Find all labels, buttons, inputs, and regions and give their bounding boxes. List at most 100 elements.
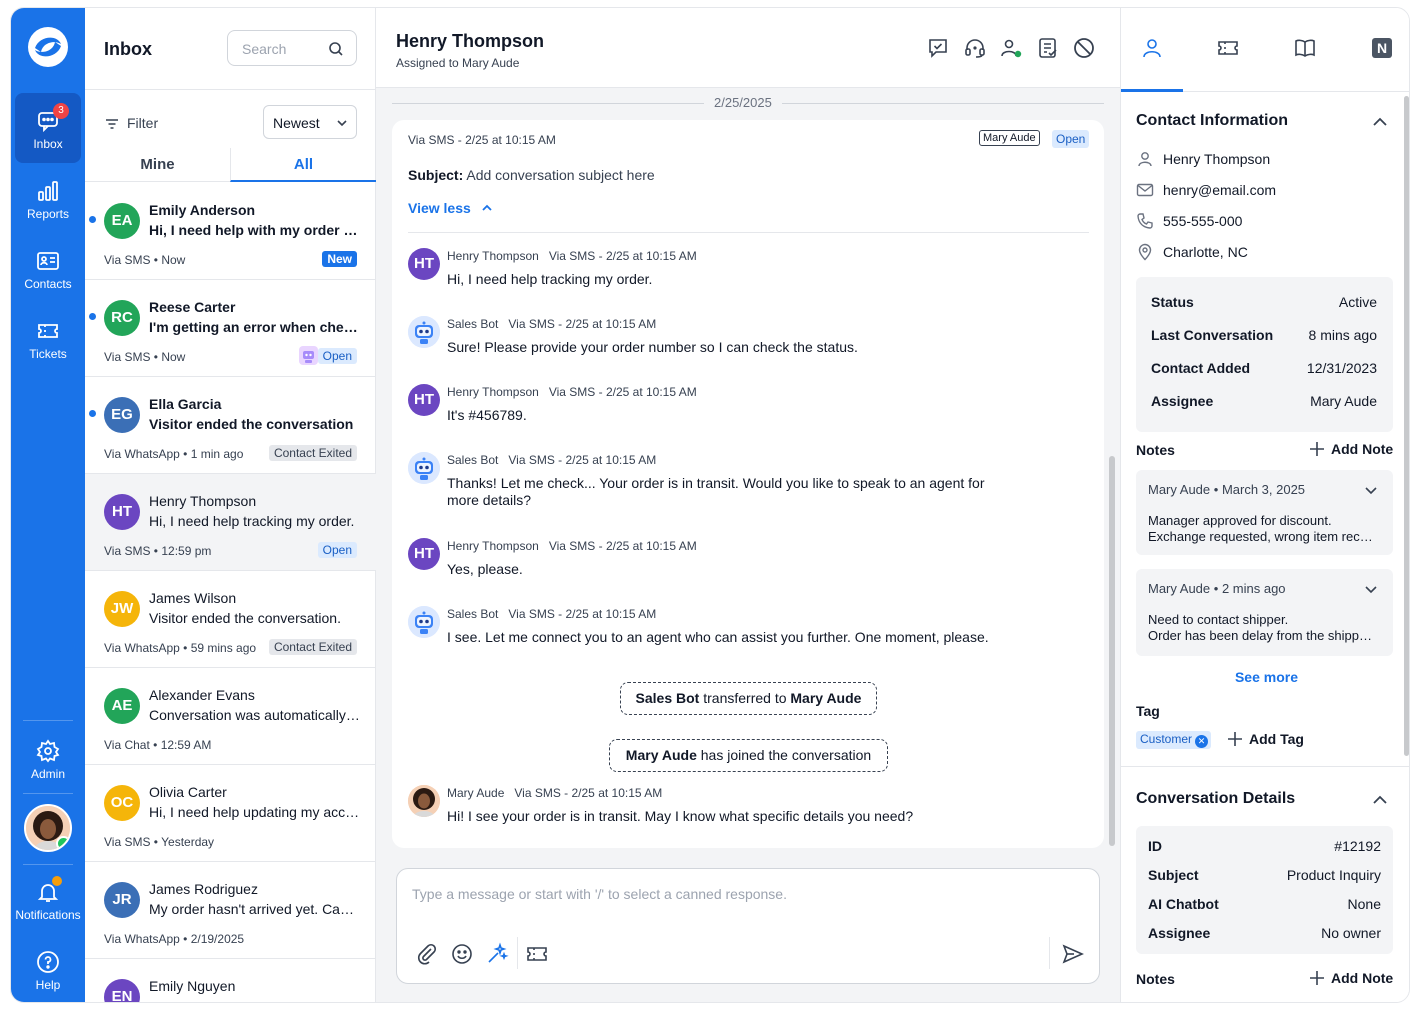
note-line: Manager approved for discount.: [1148, 513, 1332, 528]
conversation-item[interactable]: HT Henry Thompson Hi, I need help tracking…: [85, 474, 376, 571]
nav-inbox[interactable]: 3 Inbox: [15, 93, 81, 163]
detail-key: ID: [1148, 838, 1162, 854]
message-meta: Via SMS - 2/25 at 10:15 AM: [508, 453, 657, 467]
message-meta: Via SMS - 2/25 at 10:15 AM: [548, 249, 697, 263]
channel: Via SMS: [104, 835, 151, 849]
conversation-meta: Via WhatsApp • 59 mins ago: [104, 641, 257, 655]
conversation-item[interactable]: EA Emily Anderson Hi, I need help with my …: [85, 183, 376, 280]
filter-icon: [106, 119, 118, 130]
stat-key: Assignee: [1151, 393, 1214, 409]
timestamp: 1 min ago: [190, 447, 244, 461]
conversation-item[interactable]: AE Alexander Evans Conversation was automa…: [85, 668, 376, 765]
tab-ticket-icon[interactable]: [1216, 36, 1240, 60]
chevron-up-icon[interactable]: [1372, 792, 1388, 808]
transfer-event: Sales Bot transferred to Mary Aude: [620, 682, 877, 715]
channel: Via SMS: [104, 544, 151, 558]
chevron-down-icon[interactable]: [1364, 582, 1378, 596]
tab-knowledge-book-icon[interactable]: [1293, 36, 1317, 60]
nav-reports[interactable]: Reports: [11, 163, 85, 233]
unread-dot: [89, 216, 96, 223]
ai-sparkle-icon[interactable]: [485, 942, 509, 966]
timestamp: Yesterday: [161, 835, 215, 849]
brand-logo[interactable]: [25, 24, 71, 70]
detail-value: Product Inquiry: [1286, 867, 1381, 883]
tab-contact-icon[interactable]: [1140, 36, 1164, 60]
subject-line[interactable]: Subject: Add conversation subject here: [408, 167, 655, 183]
unread-badge: 3: [53, 103, 69, 119]
scrollbar[interactable]: [1404, 96, 1409, 756]
sort-select[interactable]: Newest: [263, 105, 357, 139]
message-preview: Hi, I need help tracking my order.: [149, 513, 355, 529]
conversation-item[interactable]: EN Emily Nguyen: [85, 959, 376, 1002]
nav-help[interactable]: Help: [11, 934, 85, 1002]
view-less-button[interactable]: View less: [408, 200, 493, 216]
add-note-button[interactable]: Add Note: [1309, 441, 1393, 457]
phone-icon: [1137, 213, 1153, 229]
conversation-item[interactable]: EG Ella Garcia Visitor ended the conversat…: [85, 377, 376, 474]
tag-chip: Customer ✕: [1136, 731, 1212, 749]
contact-name: Emily Nguyen: [149, 978, 236, 994]
tab-all[interactable]: All: [230, 148, 376, 182]
scrollbar[interactable]: [1109, 456, 1115, 846]
conversation-pane: Henry Thompson Assigned to Mary Aude 2/2…: [376, 8, 1120, 1002]
message-meta: Via SMS - 2/25 at 10:15 AM: [548, 385, 697, 399]
assign-user-icon[interactable]: [999, 36, 1023, 60]
contact-avatar: EN: [104, 979, 140, 1002]
subject-label: Subject:: [408, 167, 464, 183]
message-text: I see. Let me connect you to an agent wh…: [447, 629, 989, 645]
nav-tickets[interactable]: Tickets: [11, 303, 85, 373]
nav-tickets-label: Tickets: [29, 347, 67, 361]
chevron-down-icon[interactable]: [1364, 483, 1378, 497]
nav-admin[interactable]: Admin: [11, 723, 85, 793]
add-note-label: Add Note: [1331, 441, 1394, 457]
contact-name: Ella Garcia: [149, 396, 222, 412]
chevron-up-icon: [482, 204, 492, 211]
remove-tag-icon[interactable]: ✕: [1195, 735, 1209, 748]
contact-avatar: EG: [104, 397, 140, 433]
plus-icon: [1310, 971, 1324, 985]
inbox-title: Inbox: [104, 39, 152, 59]
message-text: Hi, I need help tracking my order.: [447, 271, 653, 287]
contact-stats: Status Active Last Conversation 8 mins ago…: [1136, 277, 1393, 432]
nav-reports-label: Reports: [26, 207, 70, 221]
sender-name: Henry Thompson: [447, 249, 539, 263]
tag-chip-label: Customer: [1140, 732, 1193, 746]
nav-notifications[interactable]: Notifications: [11, 864, 85, 934]
tab-mine[interactable]: Mine: [85, 148, 230, 182]
app-window: 3 Inbox Reports Contacts Tickets Admin N…: [10, 7, 1410, 1003]
conversation-meta: Via SMS • 12:59 pm: [104, 544, 212, 558]
resolve-chat-icon[interactable]: [926, 36, 950, 60]
message-composer[interactable]: Type a message or start with '/' to sele…: [396, 868, 1100, 984]
ticket-icon[interactable]: [525, 942, 549, 966]
conversation-item[interactable]: JW James Wilson Visitor ended the conversa…: [85, 571, 376, 668]
filter-button[interactable]: Filter: [105, 115, 158, 131]
send-icon[interactable]: [1061, 942, 1085, 966]
message-header: Sales Bot Via SMS - 2/25 at 10:15 AM: [447, 453, 656, 467]
conversation-meta: Via SMS • Yesterday: [104, 835, 215, 849]
detail-key: AI Chatbot: [1148, 896, 1219, 912]
emoji-icon[interactable]: [450, 942, 474, 966]
block-icon[interactable]: [1072, 36, 1096, 60]
online-status-dot: [56, 836, 70, 850]
add-tag-button[interactable]: Add Tag: [1227, 731, 1304, 747]
conversation-item[interactable]: JR James Rodriguez My order hasn't arrived…: [85, 862, 376, 959]
nav-divider: [23, 720, 73, 721]
add-note-button[interactable]: Add Note: [1309, 970, 1393, 986]
conversation-item[interactable]: RC Reese Carter I'm getting an error when …: [85, 280, 376, 377]
nav-contacts[interactable]: Contacts: [11, 233, 85, 303]
attach-icon[interactable]: [415, 942, 439, 966]
notes-icon[interactable]: [1036, 36, 1060, 60]
header-actions: [918, 36, 1096, 65]
conversation-meta: Via WhatsApp • 1 min ago: [104, 447, 244, 461]
see-more-link[interactable]: See more: [1121, 669, 1409, 685]
note-card[interactable]: Mary Aude • 2 mins ago Need to contact s…: [1136, 569, 1393, 656]
search-input[interactable]: Search: [227, 30, 357, 66]
conversation-meta: Via WhatsApp • 2/19/2025: [104, 932, 245, 946]
note-card[interactable]: Mary Aude • March 3, 2025 Manager approv…: [1136, 470, 1393, 555]
person-icon: [1138, 152, 1152, 167]
tab-notion-icon[interactable]: N: [1370, 36, 1394, 60]
conversation-item[interactable]: OC Olivia Carter Hi, I need help updating …: [85, 765, 376, 862]
chevron-up-icon[interactable]: [1372, 114, 1388, 130]
user-avatar[interactable]: [24, 804, 72, 852]
headset-icon[interactable]: [963, 36, 987, 60]
